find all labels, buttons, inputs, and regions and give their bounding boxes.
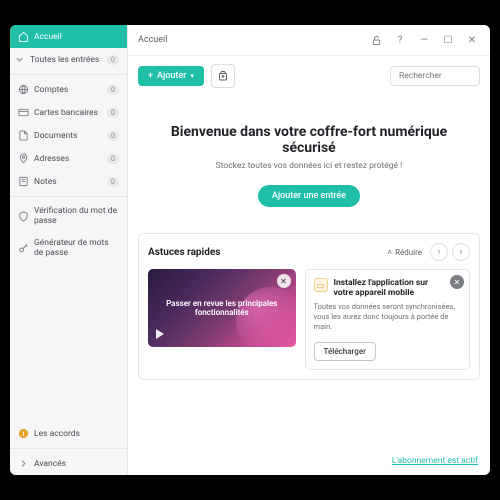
sidebar-item-label: Adresses — [34, 154, 69, 164]
install-card: ✕ ▭ Installez l'application sur votre ap… — [305, 269, 471, 370]
close-icon[interactable]: ✕ — [277, 274, 291, 288]
mobile-icon: ▭ — [314, 278, 328, 292]
home-icon — [18, 31, 29, 42]
hero-subtitle: Stockez toutes vos données ici et restez… — [148, 161, 470, 171]
install-title: Installez l'application sur votre appare… — [334, 278, 462, 298]
shield-check-icon — [18, 211, 29, 222]
minimize-icon[interactable]: — — [416, 32, 432, 48]
main-content: Accueil ? — ☐ ✕ + Ajouter ▾ Bienvenue da… — [128, 25, 490, 475]
credit-card-icon — [18, 107, 29, 118]
file-icon — [18, 130, 29, 141]
video-title: Passer en revue les principales fonction… — [148, 299, 296, 317]
chevron-down-icon: ▾ — [190, 72, 194, 80]
chevron-up-icon: ˄ — [387, 248, 392, 257]
sidebar-item-all-entries[interactable]: Toutes les entrées 0 — [10, 48, 127, 71]
sidebar-item-label: Accueil — [34, 32, 62, 42]
sidebar-item-label: Avancés — [34, 459, 66, 469]
globe-icon — [18, 84, 29, 95]
sidebar-item-accounts[interactable]: Comptes 0 — [10, 78, 127, 101]
map-pin-icon — [18, 153, 29, 164]
sidebar-item-label: Générateur de mots de passe — [34, 238, 119, 258]
divider — [10, 196, 127, 197]
import-button[interactable] — [211, 64, 235, 88]
tips-prev-button[interactable]: ‹ — [430, 243, 448, 261]
count-badge: 0 — [107, 108, 119, 118]
sidebar-item-label: Les accords — [34, 429, 80, 439]
sidebar-item-agreements[interactable]: ! Les accords — [10, 422, 127, 445]
sidebar-item-documents[interactable]: Documents 0 — [10, 124, 127, 147]
search-input[interactable] — [390, 66, 480, 86]
sidebar-item-cards[interactable]: Cartes bancaires 0 — [10, 101, 127, 124]
sidebar-item-advanced[interactable]: Avancés — [10, 452, 127, 475]
sidebar-item-label: Cartes bancaires — [34, 108, 98, 118]
note-icon — [18, 176, 29, 187]
titlebar: Accueil ? — ☐ ✕ — [128, 25, 490, 56]
add-entry-button[interactable]: Ajouter une entrée — [258, 185, 360, 207]
tips-title: Astuces rapides — [148, 247, 220, 258]
sidebar-item-label: Toutes les entrées — [30, 55, 99, 65]
divider — [10, 448, 127, 449]
svg-text:!: ! — [23, 430, 25, 438]
sidebar-item-label: Notes — [34, 177, 57, 187]
sidebar-item-label: Documents — [34, 131, 77, 141]
count-badge: 0 — [107, 85, 119, 95]
page-title: Accueil — [138, 35, 167, 45]
count-badge: 0 — [107, 154, 119, 164]
maximize-icon[interactable]: ☐ — [440, 32, 456, 48]
tips-next-button[interactable]: › — [452, 243, 470, 261]
help-icon[interactable]: ? — [392, 32, 408, 48]
count-badge: 0 — [107, 55, 119, 65]
subscription-status-link[interactable]: L'abonnement est actif — [392, 456, 478, 466]
sidebar-item-notes[interactable]: Notes 0 — [10, 170, 127, 193]
add-button-label: Ajouter — [157, 71, 186, 81]
hero: Bienvenue dans votre coffre-fort numériq… — [128, 96, 490, 225]
close-icon[interactable]: ✕ — [450, 275, 464, 289]
sidebar: Accueil Toutes les entrées 0 Comptes 0 C… — [10, 25, 128, 475]
download-button[interactable]: Télécharger — [314, 342, 376, 361]
toolbar: + Ajouter ▾ — [128, 56, 490, 96]
sidebar-item-password-gen[interactable]: Générateur de mots de passe — [10, 232, 127, 264]
add-button[interactable]: + Ajouter ▾ — [138, 66, 204, 86]
close-icon[interactable]: ✕ — [464, 32, 480, 48]
sidebar-item-home[interactable]: Accueil — [10, 25, 127, 48]
video-card[interactable]: ✕ Passer en revue les principales foncti… — [148, 269, 296, 347]
plus-icon: + — [148, 71, 153, 81]
count-badge: 0 — [107, 131, 119, 141]
warning-icon: ! — [18, 428, 29, 439]
install-body: Toutes vos données seront synchronisées,… — [314, 302, 462, 331]
key-icon — [18, 243, 29, 254]
play-icon — [156, 329, 164, 339]
tips-collapse[interactable]: ˄ Réduire — [387, 248, 422, 257]
lock-icon[interactable] — [368, 32, 384, 48]
quick-tips: Astuces rapides ˄ Réduire ‹ › ✕ Passer e… — [138, 233, 480, 380]
sidebar-item-label: Comptes — [34, 85, 68, 95]
footer: L'abonnement est actif — [128, 440, 490, 475]
chevron-down-icon — [14, 54, 25, 65]
chevron-right-icon — [18, 458, 29, 469]
search-field[interactable] — [399, 71, 471, 81]
hero-title: Bienvenue dans votre coffre-fort numériq… — [148, 124, 470, 156]
sidebar-item-label: Vérification du mot de passe — [34, 206, 119, 226]
divider — [10, 74, 127, 75]
sidebar-item-password-check[interactable]: Vérification du mot de passe — [10, 200, 127, 232]
count-badge: 0 — [107, 177, 119, 187]
tips-toggle-label: Réduire — [395, 248, 422, 257]
sidebar-item-addresses[interactable]: Adresses 0 — [10, 147, 127, 170]
